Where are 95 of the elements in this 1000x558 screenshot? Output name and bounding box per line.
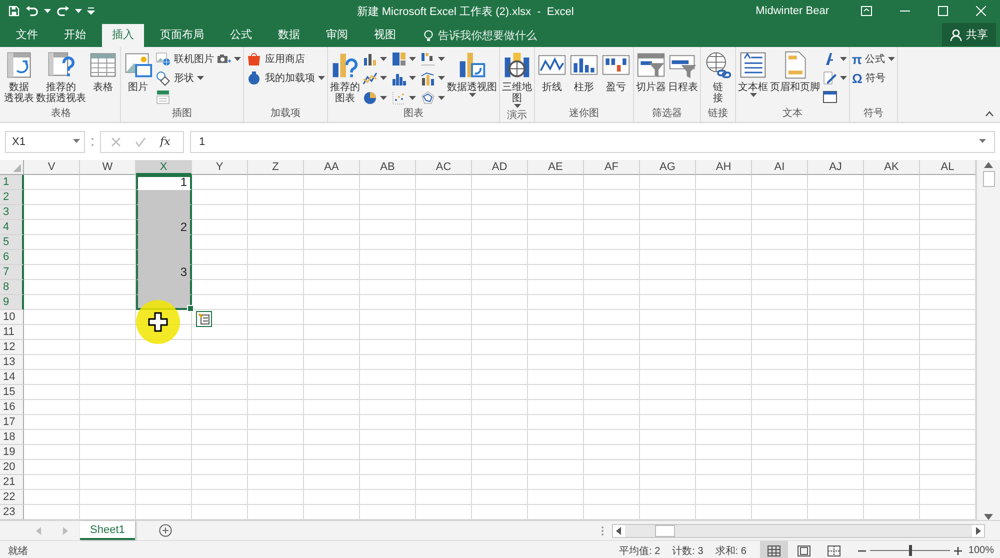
- ribbon-button[interactable]: 图片: [122, 49, 154, 107]
- ribbon-button[interactable]: 盈亏: [600, 49, 632, 107]
- formula-field[interactable]: 1: [190, 130, 995, 152]
- group-label: 图表: [402, 107, 424, 121]
- row-header[interactable]: 17: [0, 415, 24, 430]
- ribbon-button[interactable]: 我的加载项: [245, 70, 326, 86]
- group-label: 文本: [782, 107, 804, 121]
- row-header[interactable]: 16: [0, 400, 24, 415]
- ribbon-tab[interactable]: 页面布局: [150, 24, 214, 47]
- column-header[interactable]: Z: [248, 160, 304, 175]
- window-title: 新建 Microsoft Excel 工作表 (2).xlsx - Excel: [356, 4, 575, 18]
- table-cell: 1: [136, 175, 192, 190]
- row-header[interactable]: 12: [0, 340, 24, 355]
- row-header[interactable]: 5: [0, 235, 24, 250]
- column-header[interactable]: Y: [192, 160, 248, 175]
- group-label: 插图: [171, 107, 193, 121]
- ribbon-button[interactable]: 联机图片: [154, 51, 215, 67]
- column-header[interactable]: AD: [472, 160, 528, 175]
- zoom-level[interactable]: 100%: [968, 545, 994, 556]
- column-header[interactable]: AL: [920, 160, 976, 175]
- row-header[interactable]: 8: [0, 280, 24, 295]
- row-header[interactable]: 9: [0, 295, 24, 310]
- sheet-tab[interactable]: Sheet1: [80, 521, 135, 540]
- table-cell: 2: [136, 220, 192, 235]
- ribbon-tab[interactable]: 文件: [6, 24, 48, 47]
- group-label: 链接: [707, 107, 729, 121]
- group-label: 迷你图: [568, 107, 600, 121]
- insert-function-button[interactable]: fx: [160, 135, 170, 148]
- ribbon-button[interactable]: 数据 透视表: [3, 49, 35, 107]
- sum-text: 求和: 6: [715, 544, 746, 558]
- ribbon-button[interactable]: 推荐的 数据透视表: [35, 49, 87, 107]
- column-header[interactable]: V: [24, 160, 80, 175]
- row-header[interactable]: 10: [0, 310, 24, 325]
- ribbon-button[interactable]: 文本框: [737, 49, 769, 107]
- row-header[interactable]: 4: [0, 220, 24, 235]
- user-name: Midwinter Bear: [756, 5, 829, 17]
- row-header[interactable]: 13: [0, 355, 24, 370]
- column-header[interactable]: W: [80, 160, 136, 175]
- ribbon-button[interactable]: 数据透视图: [446, 49, 498, 107]
- row-header[interactable]: 18: [0, 430, 24, 445]
- column-header[interactable]: AK: [864, 160, 920, 175]
- row-header[interactable]: 22: [0, 490, 24, 505]
- group-label: 加载项: [270, 107, 302, 121]
- column-header[interactable]: X: [136, 160, 192, 175]
- column-header[interactable]: AH: [696, 160, 752, 175]
- column-header[interactable]: AJ: [808, 160, 864, 175]
- average-text: 平均值: 2: [619, 544, 660, 558]
- ribbon-tab[interactable]: 数据: [268, 24, 310, 47]
- group-label: 演示: [506, 109, 528, 123]
- ribbon-button[interactable]: 柱形: [568, 49, 600, 107]
- ribbon-tab[interactable]: 审阅: [316, 24, 358, 47]
- ribbon-tab[interactable]: 视图: [364, 24, 406, 47]
- row-header[interactable]: 14: [0, 370, 24, 385]
- column-header[interactable]: AG: [640, 160, 696, 175]
- column-header[interactable]: AE: [528, 160, 584, 175]
- column-header[interactable]: AB: [360, 160, 416, 175]
- ribbon-button[interactable]: 切片器: [635, 49, 667, 107]
- ribbon-tab[interactable]: 公式: [220, 24, 262, 47]
- ribbon-button[interactable]: 折线: [536, 49, 568, 107]
- ribbon-button[interactable]: 推荐的 图表: [329, 49, 361, 107]
- share-button[interactable]: 共享: [942, 23, 996, 46]
- row-header[interactable]: 6: [0, 250, 24, 265]
- row-header[interactable]: 23: [0, 505, 24, 520]
- status-text: 就绪: [8, 544, 28, 558]
- row-header[interactable]: 21: [0, 475, 24, 490]
- tell-me-search[interactable]: 告诉我你想要做什么: [438, 28, 537, 43]
- ribbon-button[interactable]: π 公式: [851, 51, 896, 67]
- ribbon-button[interactable]: 表格: [87, 49, 119, 107]
- ribbon-button[interactable]: 应用商店: [245, 51, 326, 67]
- count-text: 计数: 3: [672, 544, 704, 558]
- row-header[interactable]: 15: [0, 385, 24, 400]
- group-label: 符号: [862, 107, 884, 121]
- row-header[interactable]: 20: [0, 460, 24, 475]
- ribbon-button[interactable]: 形状: [154, 70, 215, 86]
- ribbon-button[interactable]: 页眉和页脚: [769, 49, 821, 107]
- group-label: 筛选器: [651, 107, 683, 121]
- ribbon-button[interactable]: 日程表: [667, 49, 699, 107]
- row-header[interactable]: 19: [0, 445, 24, 460]
- table-cell: 3: [136, 265, 192, 280]
- ribbon-button[interactable]: 链 接: [702, 49, 734, 107]
- column-header[interactable]: AA: [304, 160, 360, 175]
- name-box[interactable]: X1: [5, 130, 85, 152]
- column-header[interactable]: AC: [416, 160, 472, 175]
- row-header[interactable]: 11: [0, 325, 24, 340]
- row-header[interactable]: 3: [0, 205, 24, 220]
- column-header[interactable]: AF: [584, 160, 640, 175]
- row-header[interactable]: 2: [0, 190, 24, 205]
- row-header[interactable]: 7: [0, 265, 24, 280]
- column-header[interactable]: AI: [752, 160, 808, 175]
- ribbon-tab[interactable]: 插入: [102, 24, 144, 47]
- ribbon-button[interactable]: 三维地 图: [501, 49, 533, 109]
- ribbon-button[interactable]: Ω 符号: [851, 70, 896, 86]
- row-header[interactable]: 1: [0, 175, 24, 190]
- group-label: 表格: [50, 107, 72, 121]
- ribbon-tab[interactable]: 开始: [54, 24, 96, 47]
